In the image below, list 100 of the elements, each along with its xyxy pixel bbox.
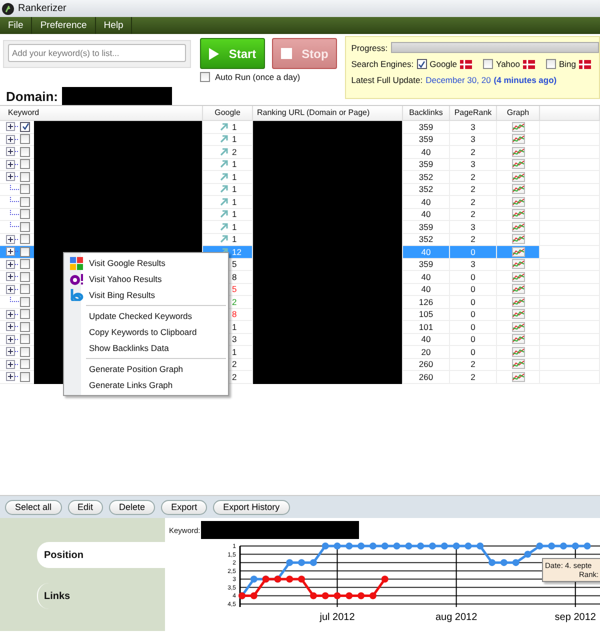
menu-item[interactable]: Preference — [32, 17, 96, 34]
expand-icon[interactable] — [6, 247, 19, 256]
checkbox[interactable] — [546, 59, 556, 69]
column-header[interactable]: PageRank — [450, 106, 497, 120]
x-tick-label: sep 2012 — [554, 612, 596, 623]
graph-icon[interactable] — [512, 172, 524, 182]
graph-icon[interactable] — [512, 296, 524, 307]
expand-icon[interactable] — [6, 334, 19, 344]
graph-icon[interactable] — [512, 334, 524, 344]
backlinks-value: 352 — [418, 172, 434, 182]
graph-icon[interactable] — [512, 222, 524, 232]
checkbox[interactable] — [20, 309, 30, 320]
column-header[interactable]: Backlinks — [403, 106, 450, 120]
expand-icon[interactable] — [6, 160, 19, 169]
checkbox[interactable] — [20, 246, 30, 257]
column-header[interactable]: Ranking URL (Domain or Page) — [253, 106, 403, 120]
expand-icon[interactable] — [6, 172, 19, 182]
action-button[interactable]: Export History — [213, 500, 290, 514]
checkbox[interactable] — [20, 134, 30, 144]
expand-icon[interactable] — [6, 134, 19, 144]
checkbox[interactable] — [20, 222, 30, 232]
data-point — [488, 559, 496, 566]
checkbox[interactable] — [20, 159, 30, 170]
checkbox[interactable] — [20, 284, 30, 294]
table-row[interactable]: 1 40 2 — [0, 208, 600, 221]
backlinks-value: 260 — [418, 372, 434, 382]
checkbox[interactable] — [416, 59, 427, 69]
side-tab[interactable]: Position — [37, 542, 165, 568]
column-header[interactable]: Graph — [497, 106, 540, 120]
checkbox[interactable] — [20, 346, 30, 357]
checkbox[interactable] — [20, 234, 30, 244]
table-row[interactable]: 1 352 2 — [0, 184, 600, 196]
checkbox[interactable] — [20, 296, 30, 307]
graph-icon[interactable] — [512, 234, 524, 244]
expand-icon[interactable] — [6, 272, 19, 282]
checkbox[interactable] — [483, 59, 494, 69]
expand-icon[interactable] — [6, 260, 19, 269]
action-button[interactable]: Export — [161, 500, 208, 514]
checkbox[interactable] — [20, 372, 30, 382]
graph-icon[interactable] — [512, 346, 524, 357]
backlinks-value: 40 — [421, 334, 431, 344]
checkbox[interactable] — [20, 359, 30, 370]
graph-icon[interactable] — [512, 309, 524, 320]
checkbox[interactable] — [20, 196, 30, 207]
keyword-input[interactable]: Add your keyword(s) to list... — [8, 44, 186, 62]
menu-item[interactable]: File — [0, 17, 32, 34]
google-rank: 1 — [232, 196, 237, 207]
checkbox[interactable] — [20, 334, 30, 344]
checkbox[interactable] — [20, 122, 30, 132]
graph-icon[interactable] — [512, 184, 524, 194]
column-header[interactable]: Keyword — [0, 106, 203, 120]
side-tab[interactable]: Links — [37, 583, 165, 609]
checkbox[interactable] — [20, 172, 30, 182]
data-point — [452, 542, 460, 550]
action-button[interactable]: Select all — [5, 500, 62, 514]
checkbox[interactable] — [20, 184, 30, 194]
graph-icon[interactable] — [512, 322, 524, 332]
table-row[interactable]: 2 40 2 — [0, 146, 600, 158]
expand-icon[interactable] — [6, 147, 19, 156]
checkbox[interactable] — [20, 259, 30, 270]
table-row[interactable]: 1 359 3 — [0, 158, 600, 171]
menu-item[interactable]: Help — [96, 17, 132, 34]
table-row[interactable]: 1 359 3 — [0, 221, 600, 234]
graph-icon[interactable] — [512, 246, 524, 257]
expand-icon[interactable] — [6, 310, 19, 319]
flag-icon — [579, 60, 591, 68]
checkbox[interactable] — [200, 72, 210, 82]
expand-icon[interactable] — [6, 372, 19, 382]
graph-icon[interactable] — [512, 272, 524, 282]
graph-icon[interactable] — [512, 146, 524, 157]
graph-icon[interactable] — [512, 259, 524, 270]
graph-icon[interactable] — [512, 359, 524, 370]
graph-icon[interactable] — [512, 209, 524, 220]
expand-icon[interactable] — [6, 284, 19, 294]
table-row[interactable]: 1 359 3 — [0, 134, 600, 146]
data-point — [298, 576, 306, 583]
expand-icon[interactable] — [6, 234, 19, 244]
table-row[interactable]: 1 359 3 — [0, 121, 600, 134]
pagerank-value: 3 — [470, 222, 476, 232]
action-button[interactable]: Delete — [109, 500, 156, 514]
graph-icon[interactable] — [512, 196, 524, 207]
expand-icon[interactable] — [6, 122, 19, 132]
expand-icon[interactable] — [6, 322, 19, 332]
expand-icon[interactable] — [6, 360, 19, 369]
expand-icon[interactable] — [6, 347, 19, 356]
column-header[interactable]: Google — [203, 106, 253, 120]
table-row[interactable]: 1 40 2 — [0, 196, 600, 208]
checkbox[interactable] — [20, 209, 30, 220]
graph-icon[interactable] — [512, 122, 524, 132]
graph-icon[interactable] — [512, 372, 524, 382]
action-button[interactable]: Edit — [68, 500, 104, 514]
graph-icon[interactable] — [512, 159, 524, 170]
checkbox[interactable] — [20, 272, 30, 282]
backlinks-value: 40 — [421, 246, 431, 257]
graph-icon[interactable] — [512, 134, 524, 144]
graph-icon[interactable] — [512, 284, 524, 294]
table-row[interactable]: 1 352 2 — [0, 171, 600, 184]
checkbox[interactable] — [20, 322, 30, 332]
context-menu-item[interactable]: Update Checked Keywords — [64, 308, 228, 324]
checkbox[interactable] — [20, 146, 30, 157]
